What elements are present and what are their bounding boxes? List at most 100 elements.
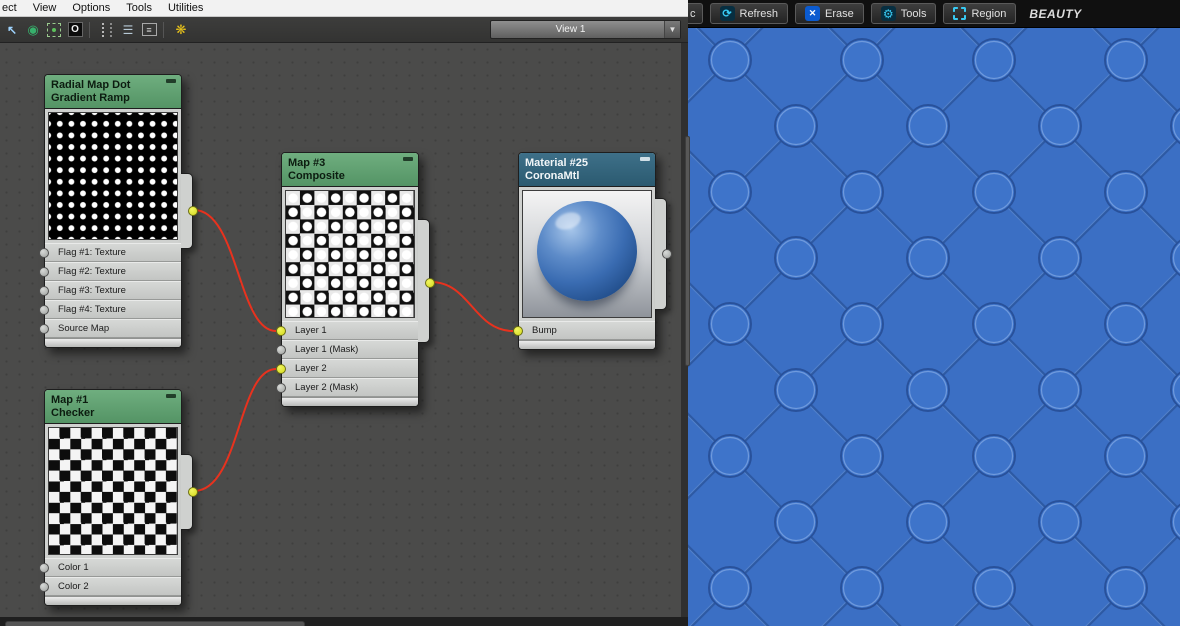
- menu-view[interactable]: View: [25, 1, 65, 15]
- node-subtitle: Composite: [288, 170, 345, 182]
- vfb-toolbar: c ⟳ Refresh ✕ Erase ⚙ Tools Region BEAUT…: [688, 0, 1180, 28]
- slot-flag4[interactable]: Flag #4: Texture: [39, 300, 181, 319]
- menu-options[interactable]: Options: [64, 1, 118, 15]
- menu-tools[interactable]: Tools: [118, 1, 160, 15]
- node-composite[interactable]: Map #3 Composite Layer 1 Layer 1 (Mask) …: [276, 152, 435, 407]
- slate-material-editor-window: ect View Options Tools Utilities ↖ ◉ O ☰…: [0, 0, 1180, 626]
- scrollbar-thumb[interactable]: [685, 136, 690, 366]
- render-frame-buffer: c ⟳ Refresh ✕ Erase ⚙ Tools Region BEAUT…: [688, 0, 1180, 626]
- input-socket[interactable]: [39, 285, 49, 296]
- output-socket[interactable]: [662, 249, 672, 259]
- output-socket[interactable]: [188, 487, 198, 497]
- slot-label: Flag #3: Texture: [58, 285, 126, 296]
- horizontal-scrollbar[interactable]: [0, 617, 688, 626]
- clipped-button[interactable]: c: [688, 3, 703, 24]
- view-selector-dropdown[interactable]: View 1 ▼: [490, 20, 681, 39]
- node-editor-panel: ect View Options Tools Utilities ↖ ◉ O ☰…: [0, 0, 690, 626]
- node-header[interactable]: Material #25 CoronaMtl: [519, 153, 655, 187]
- node-title: Material #25: [525, 157, 588, 169]
- slot-label: Color 1: [58, 562, 89, 573]
- slot-label: Bump: [532, 325, 557, 336]
- input-socket[interactable]: [39, 323, 49, 334]
- pick-material-icon[interactable]: ◉: [24, 21, 42, 39]
- region-label: Region: [971, 7, 1007, 20]
- slot-label: Layer 1: [295, 325, 327, 336]
- slot-source-map[interactable]: Source Map: [39, 319, 181, 338]
- render-pass-label: BEAUTY: [1029, 6, 1082, 21]
- slot-color1[interactable]: Color 1: [39, 558, 181, 577]
- collapse-icon[interactable]: [403, 157, 413, 161]
- input-socket[interactable]: [39, 247, 49, 258]
- node-subtitle: Gradient Ramp: [51, 92, 130, 104]
- editor-toolbar: ↖ ◉ O ☰ ≡ ❋ View 1 ▼: [0, 17, 688, 43]
- menu-select[interactable]: ect: [0, 1, 25, 15]
- material-sphere-preview[interactable]: [522, 190, 652, 318]
- slot-layer1-mask[interactable]: Layer 1 (Mask): [276, 340, 418, 359]
- chevron-down-icon[interactable]: ▼: [664, 21, 680, 38]
- slot-bump[interactable]: Bump: [513, 321, 655, 340]
- input-socket[interactable]: [39, 562, 49, 573]
- slot-label: Source Map: [58, 323, 110, 334]
- clipped-button-label: c: [690, 7, 696, 20]
- node-title: Map #1: [51, 394, 89, 406]
- collapse-icon[interactable]: [640, 157, 650, 161]
- node-title: Radial Map Dot: [51, 79, 131, 91]
- preview-sphere: [537, 201, 637, 301]
- erase-label: Erase: [825, 7, 854, 20]
- slot-label: Layer 2: [295, 363, 327, 374]
- region-marquee-icon[interactable]: [45, 21, 63, 39]
- layout-all-icon[interactable]: ≡: [140, 21, 158, 39]
- node-title: Map #3: [288, 157, 326, 169]
- refresh-button[interactable]: ⟳ Refresh: [709, 3, 789, 24]
- move-children-icon[interactable]: [98, 21, 116, 39]
- vertical-scrollbar[interactable]: [681, 43, 690, 617]
- input-socket[interactable]: [276, 325, 286, 336]
- slot-label: Layer 2 (Mask): [295, 382, 359, 393]
- node-footer[interactable]: [519, 340, 655, 349]
- composite-preview[interactable]: [285, 190, 415, 318]
- input-socket[interactable]: [276, 382, 286, 393]
- slot-color2[interactable]: Color 2: [39, 577, 181, 596]
- tools-button[interactable]: ⚙ Tools: [870, 3, 937, 24]
- node-checker[interactable]: Map #1 Checker Color 1 Color 2: [39, 389, 198, 606]
- input-socket[interactable]: [276, 363, 286, 374]
- output-socket[interactable]: [188, 206, 198, 216]
- checker-preview[interactable]: [48, 427, 178, 555]
- toolbar-separator: [89, 21, 90, 38]
- input-socket[interactable]: [39, 266, 49, 277]
- show-background-icon[interactable]: O: [66, 21, 84, 39]
- node-footer[interactable]: [45, 338, 181, 347]
- radial-dot-preview[interactable]: [48, 112, 178, 240]
- slot-flag1[interactable]: Flag #1: Texture: [39, 243, 181, 262]
- hide-unused-nodeslots-icon[interactable]: ☰: [119, 21, 137, 39]
- slot-layer1[interactable]: Layer 1: [276, 321, 418, 340]
- slot-flag3[interactable]: Flag #3: Texture: [39, 281, 181, 300]
- slot-label: Color 2: [58, 581, 89, 592]
- collapse-icon[interactable]: [166, 394, 176, 398]
- menu-utilities[interactable]: Utilities: [160, 1, 211, 15]
- node-header[interactable]: Map #1 Checker: [45, 390, 181, 424]
- refresh-icon: ⟳: [719, 6, 735, 21]
- input-socket[interactable]: [513, 325, 523, 336]
- input-socket[interactable]: [276, 344, 286, 355]
- output-socket[interactable]: [425, 278, 435, 288]
- input-socket[interactable]: [39, 581, 49, 592]
- collapse-icon[interactable]: [166, 79, 176, 83]
- slot-layer2[interactable]: Layer 2: [276, 359, 418, 378]
- select-arrow-icon[interactable]: ↖: [3, 21, 21, 39]
- node-gradient-ramp[interactable]: Radial Map Dot Gradient Ramp Flag #1: Te…: [39, 74, 198, 348]
- region-button[interactable]: Region: [943, 3, 1017, 24]
- rendered-image[interactable]: [688, 28, 1180, 626]
- render-map-icon[interactable]: ❋: [172, 21, 190, 39]
- input-socket[interactable]: [39, 304, 49, 315]
- node-header[interactable]: Map #3 Composite: [282, 153, 418, 187]
- node-footer[interactable]: [282, 397, 418, 406]
- node-header[interactable]: Radial Map Dot Gradient Ramp: [45, 75, 181, 109]
- scrollbar-thumb[interactable]: [5, 621, 305, 626]
- erase-button[interactable]: ✕ Erase: [795, 3, 864, 24]
- menu-bar: ect View Options Tools Utilities: [0, 0, 688, 17]
- node-footer[interactable]: [45, 596, 181, 605]
- slot-flag2[interactable]: Flag #2: Texture: [39, 262, 181, 281]
- slot-layer2-mask[interactable]: Layer 2 (Mask): [276, 378, 418, 397]
- node-corona-material[interactable]: Material #25 CoronaMtl Bump: [513, 152, 672, 350]
